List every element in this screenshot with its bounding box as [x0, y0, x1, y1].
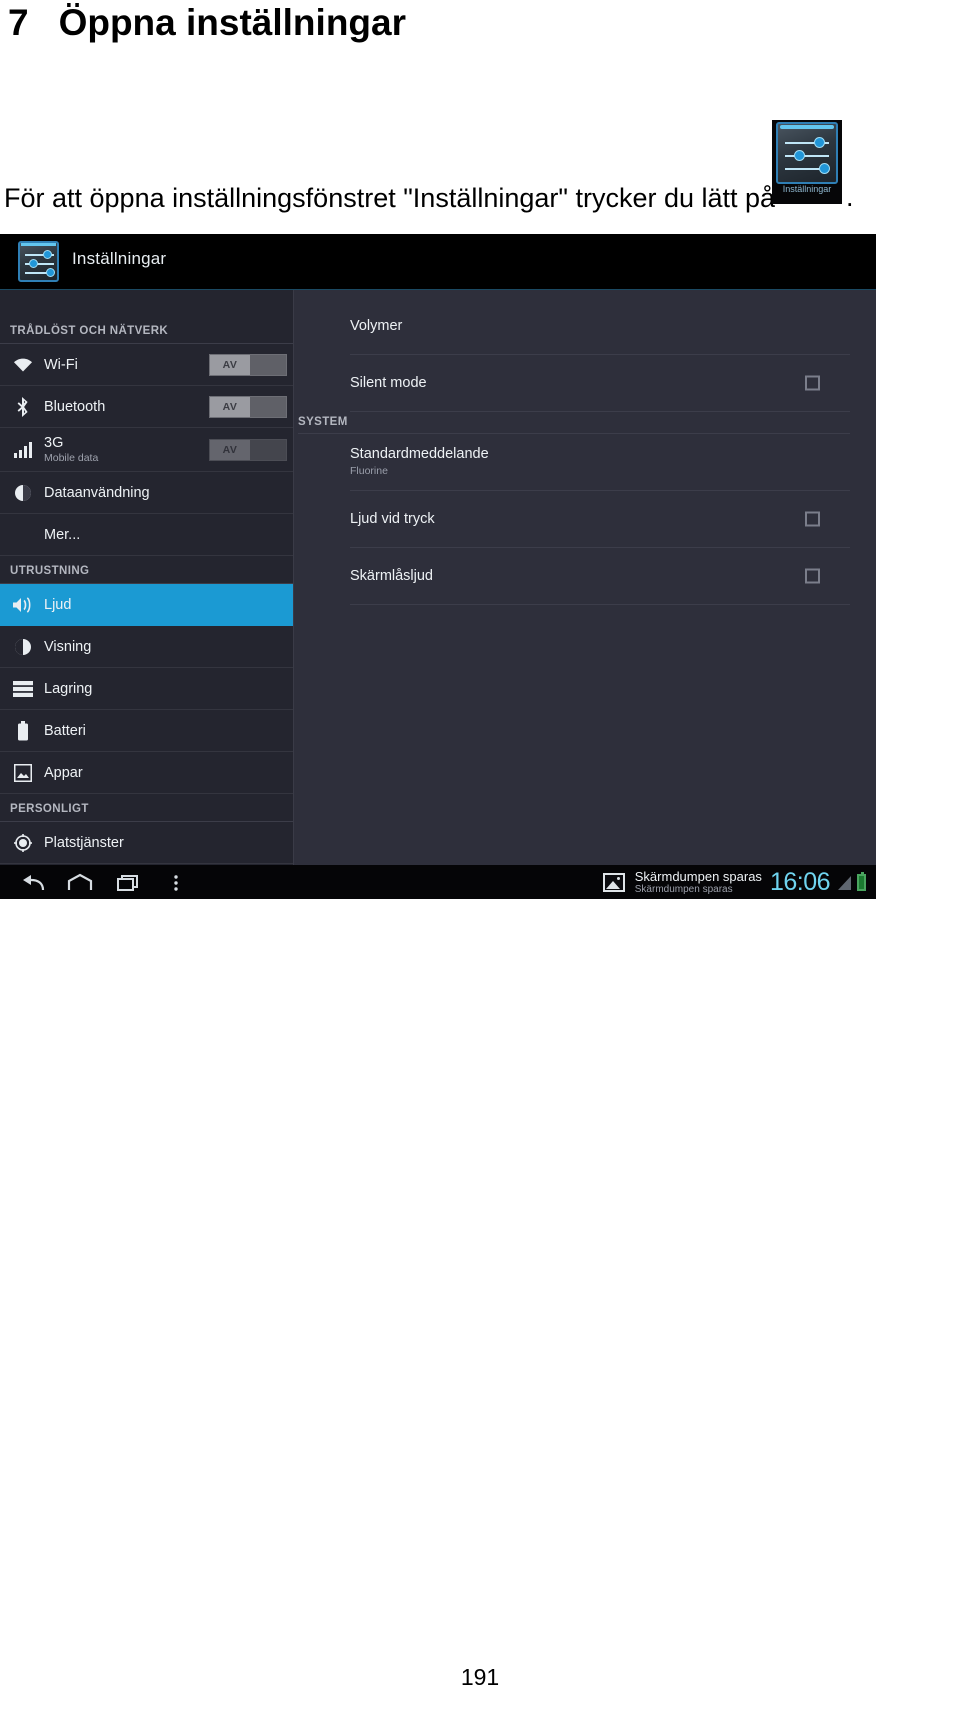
setting-label: Silent mode: [350, 374, 427, 391]
sidebar-item-apps[interactable]: Appar: [0, 752, 293, 794]
body-paragraph: För att öppna inställningsfönstret "Inst…: [4, 182, 775, 214]
mobile-data-toggle-state: AV: [210, 439, 250, 460]
sidebar-item-label: Lagring: [44, 680, 93, 697]
setting-label: Ljud vid tryck: [350, 510, 435, 527]
wifi-toggle-state: AV: [210, 354, 250, 375]
body-text-period: .: [846, 182, 854, 212]
battery-icon: [857, 872, 866, 891]
setting-sublabel: Fluorine: [350, 465, 388, 477]
android-navigation-bar: Skärmdumpen sparas Skärmdumpen sparas 16…: [0, 865, 876, 899]
setting-label: Standardmeddelande: [350, 446, 489, 462]
sidebar-item-data-usage[interactable]: Dataanvändning: [0, 472, 293, 514]
sidebar-item-3g[interactable]: 3G Mobile data AV: [0, 428, 293, 472]
sound-settings-pane: Volymer Silent mode SYSTEM Standardmedde…: [294, 290, 876, 865]
sidebar-item-label: Platstjänster: [44, 834, 124, 851]
setting-label: Volymer: [350, 317, 403, 334]
screen-lock-sound-checkbox[interactable]: [805, 568, 820, 584]
bluetooth-toggle[interactable]: AV: [209, 395, 287, 418]
settings-content: TRÅDLÖST OCH NÄTVERK Wi-Fi AV Bluetooth …: [0, 290, 876, 865]
sidebar-item-label: Ljud: [44, 596, 72, 613]
sidebar-item-label: Appar: [44, 764, 83, 781]
apps-icon: [10, 760, 36, 786]
location-icon: [10, 830, 36, 856]
sidebar-item-label: Bluetooth: [44, 398, 106, 415]
section-number: 7: [8, 2, 29, 43]
sidebar-item-sound[interactable]: Ljud: [0, 584, 293, 626]
data-usage-icon: [10, 480, 36, 506]
setting-row-default-notification[interactable]: Standardmeddelande Fluorine: [350, 434, 850, 491]
touch-sounds-checkbox[interactable]: [805, 511, 820, 527]
silent-mode-checkbox[interactable]: [805, 375, 820, 391]
sidebar-section-wireless: TRÅDLÖST OCH NÄTVERK: [0, 316, 293, 344]
brightness-icon: [10, 634, 36, 660]
sidebar-item-battery[interactable]: Batteri: [0, 710, 293, 752]
bluetooth-icon: [10, 394, 36, 420]
settings-sidebar[interactable]: TRÅDLÖST OCH NÄTVERK Wi-Fi AV Bluetooth …: [0, 290, 294, 865]
sidebar-item-label: Visning: [44, 638, 92, 655]
pane-section-system: SYSTEM: [298, 416, 850, 434]
notification-title: Skärmdumpen sparas: [634, 868, 762, 884]
storage-icon: [10, 676, 36, 702]
body-text: För att öppna inställningsfönstret "Inst…: [4, 183, 776, 213]
home-icon[interactable]: [56, 865, 104, 899]
settings-sliders-icon: [18, 241, 59, 282]
page-number: 191: [460, 1664, 500, 1690]
sidebar-top-spacer: [0, 290, 293, 316]
setting-row-silent-mode[interactable]: Silent mode: [350, 355, 850, 412]
bluetooth-toggle-state: AV: [210, 396, 250, 417]
setting-row-touch-sounds[interactable]: Ljud vid tryck: [350, 491, 850, 548]
setting-label: Skärmlåsljud: [350, 567, 433, 584]
sidebar-item-label: Dataanvändning: [44, 484, 150, 501]
mobile-data-toggle[interactable]: AV: [209, 438, 287, 461]
sidebar-item-sublabel: Mobile data: [44, 451, 99, 464]
app-title: Inställningar: [72, 249, 167, 268]
android-settings-screenshot: Inställningar TRÅDLÖST OCH NÄTVERK Wi-Fi…: [0, 234, 876, 899]
overflow-menu-icon[interactable]: [152, 865, 200, 899]
signal-bars-icon: [10, 437, 36, 463]
signal-icon: [838, 875, 851, 890]
setting-row-screen-lock-sound[interactable]: Skärmlåsljud: [350, 548, 850, 605]
back-arrow-icon[interactable]: [8, 865, 56, 899]
sidebar-item-location[interactable]: Platstjänster: [0, 822, 293, 864]
sidebar-item-label: Batteri: [44, 722, 86, 739]
sidebar-item-label: 3G: [44, 434, 64, 451]
sidebar-item-display[interactable]: Visning: [0, 626, 293, 668]
notification-screenshot-saved[interactable]: Skärmdumpen sparas Skärmdumpen sparas: [602, 868, 768, 896]
sidebar-item-more[interactable]: Mer...: [0, 514, 293, 556]
section-title-text: Öppna inställningar: [58, 2, 406, 43]
status-icons: [838, 872, 876, 891]
sidebar-item-label: Mer...: [44, 526, 81, 543]
speaker-icon: [10, 592, 36, 618]
recent-apps-icon[interactable]: [104, 865, 152, 899]
battery-icon: [10, 718, 36, 744]
sidebar-section-device: UTRUSTNING: [0, 556, 293, 584]
sidebar-item-wifi[interactable]: Wi-Fi AV: [0, 344, 293, 386]
sidebar-section-personal: PERSONLIGT: [0, 794, 293, 822]
inline-settings-app-icon: Inställningar: [772, 120, 842, 204]
inline-app-icon-label: Inställningar: [782, 184, 832, 194]
settings-sliders-icon: [776, 122, 838, 184]
page-title: 7 Öppna inställningar: [8, 2, 406, 44]
sidebar-item-bluetooth[interactable]: Bluetooth AV: [0, 386, 293, 428]
sidebar-item-storage[interactable]: Lagring: [0, 668, 293, 710]
notification-subtitle: Skärmdumpen sparas: [634, 883, 733, 895]
setting-row-volumes[interactable]: Volymer: [350, 298, 850, 355]
app-header-bar: Inställningar: [0, 234, 876, 290]
wifi-icon: [10, 352, 36, 378]
screenshot-image-icon: [602, 873, 625, 892]
sidebar-item-label: Wi-Fi: [44, 356, 78, 373]
wifi-toggle[interactable]: AV: [209, 353, 287, 376]
status-clock: 16:06: [769, 868, 831, 896]
